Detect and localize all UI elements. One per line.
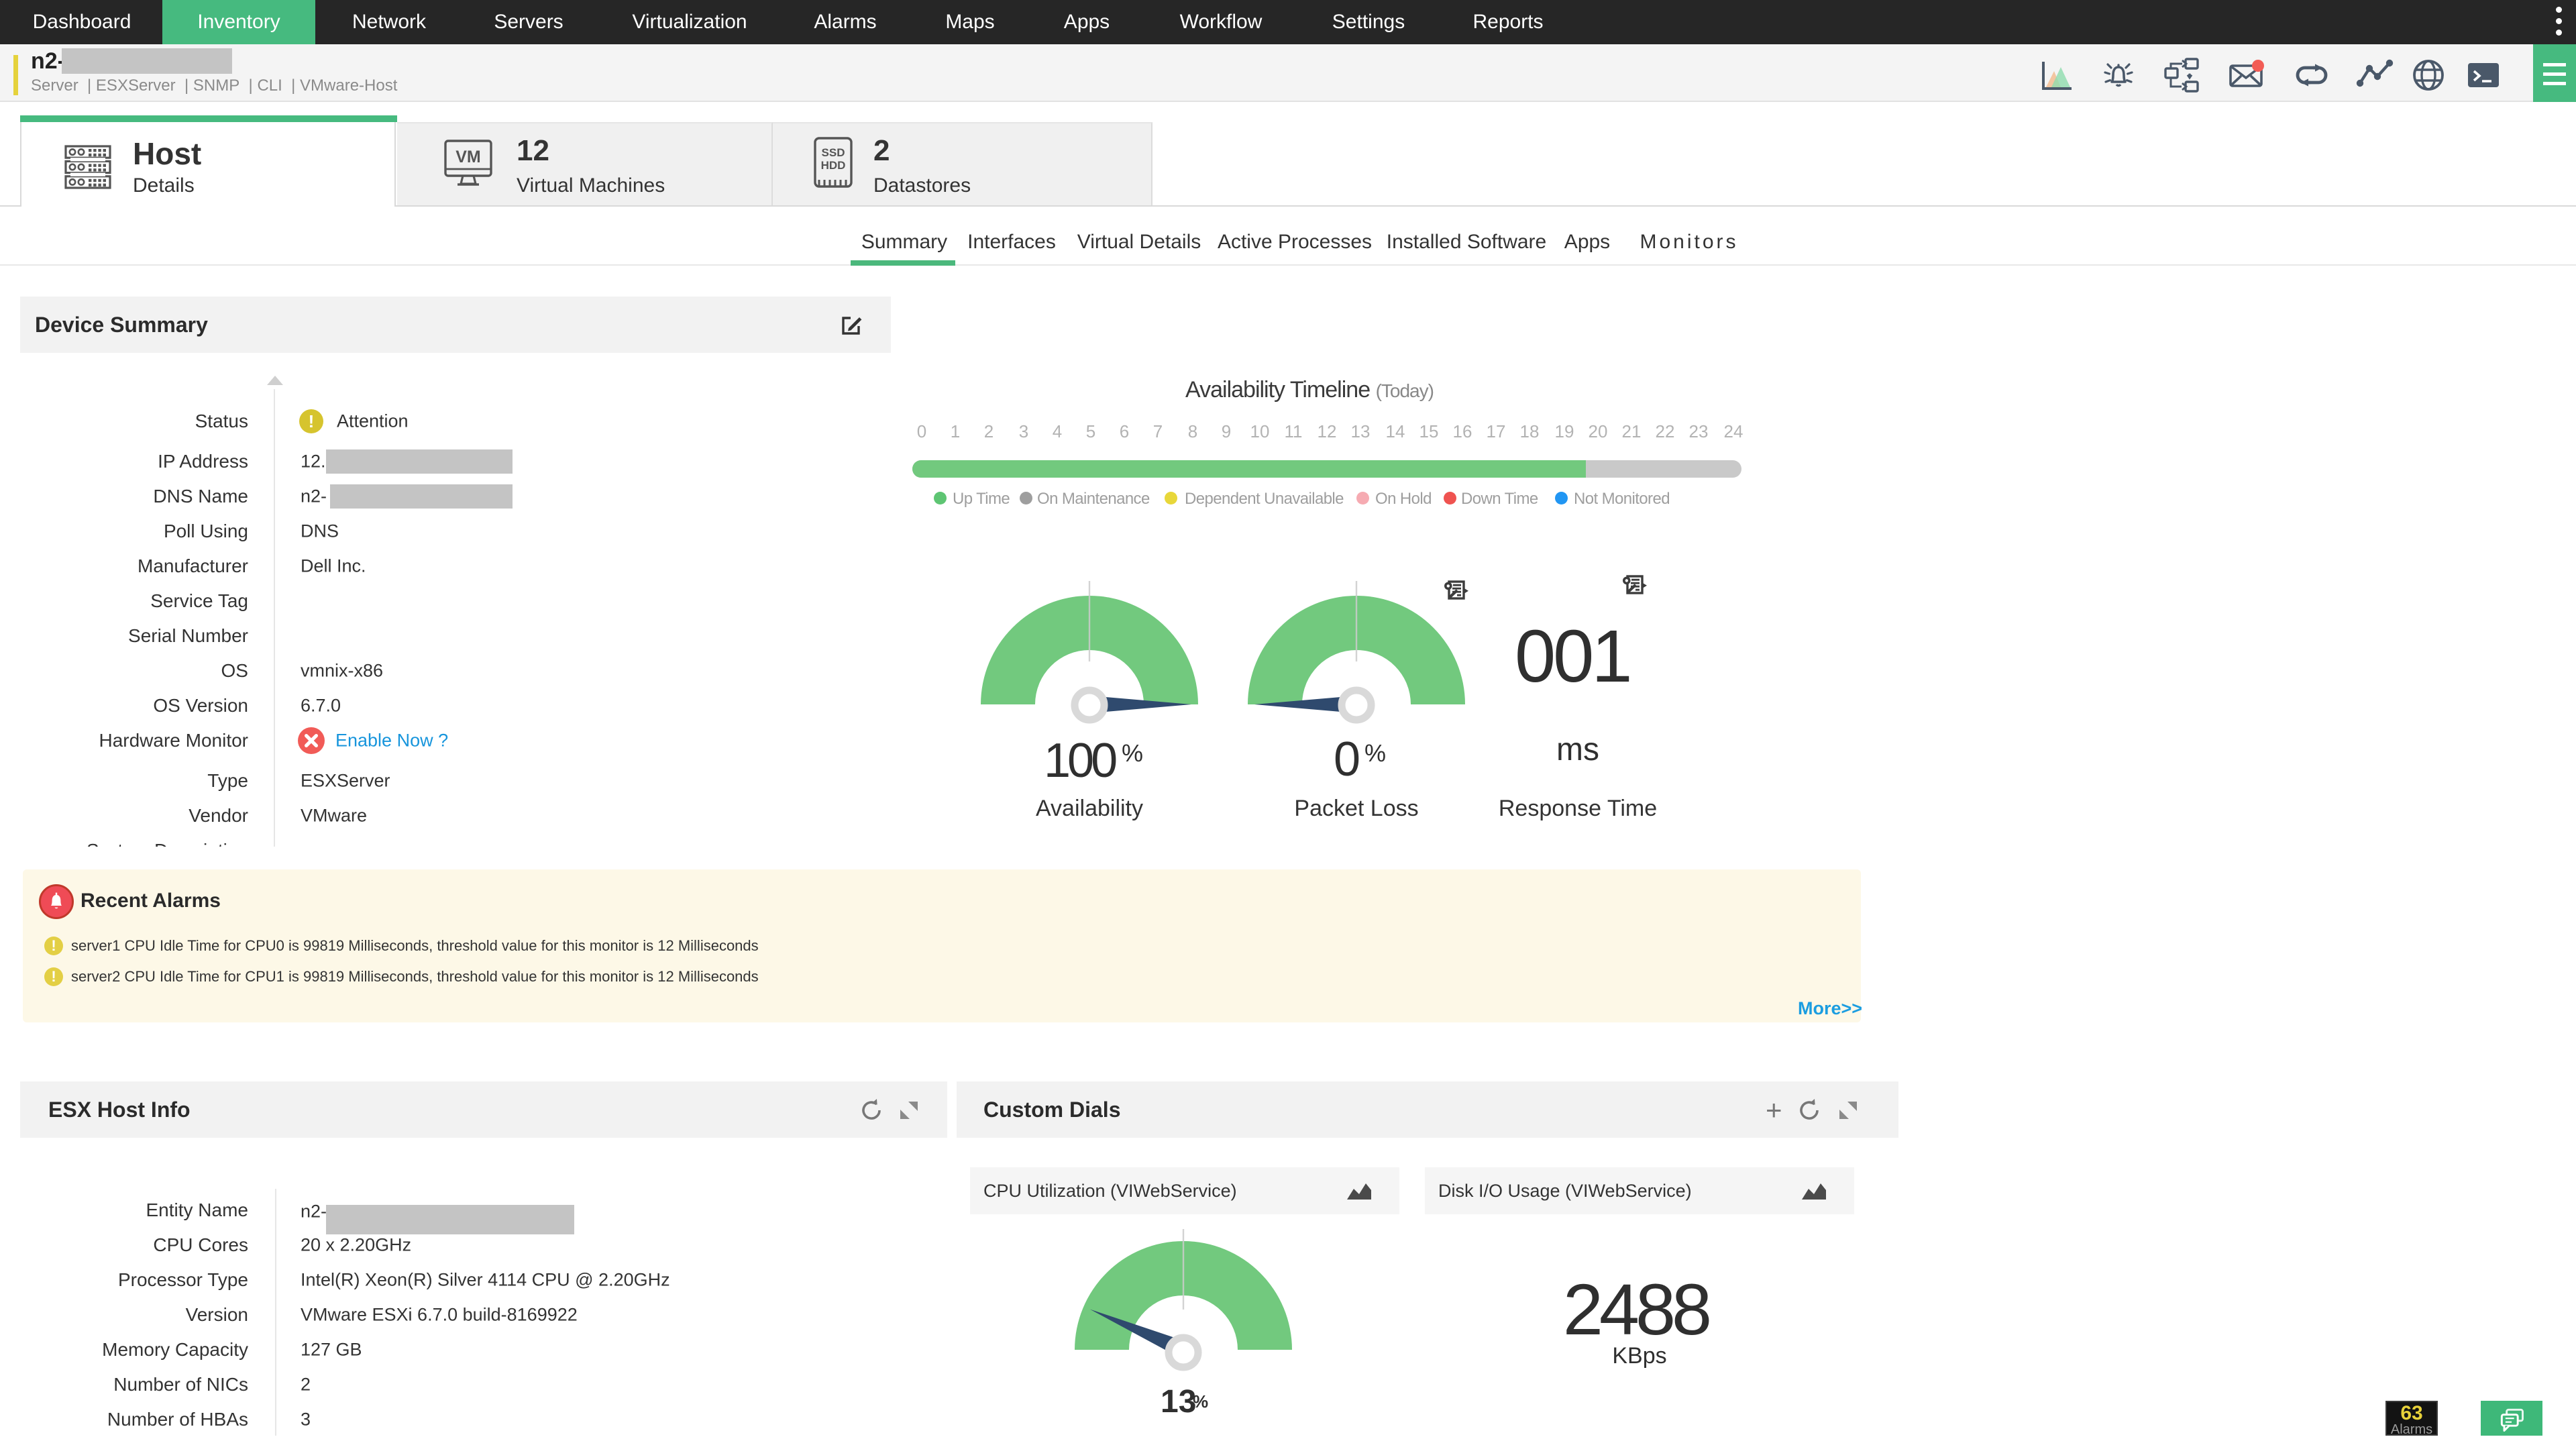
svg-text:HDD: HDD bbox=[821, 159, 846, 172]
svg-text:VM: VM bbox=[455, 148, 481, 166]
svg-text:SSD: SSD bbox=[822, 146, 845, 159]
